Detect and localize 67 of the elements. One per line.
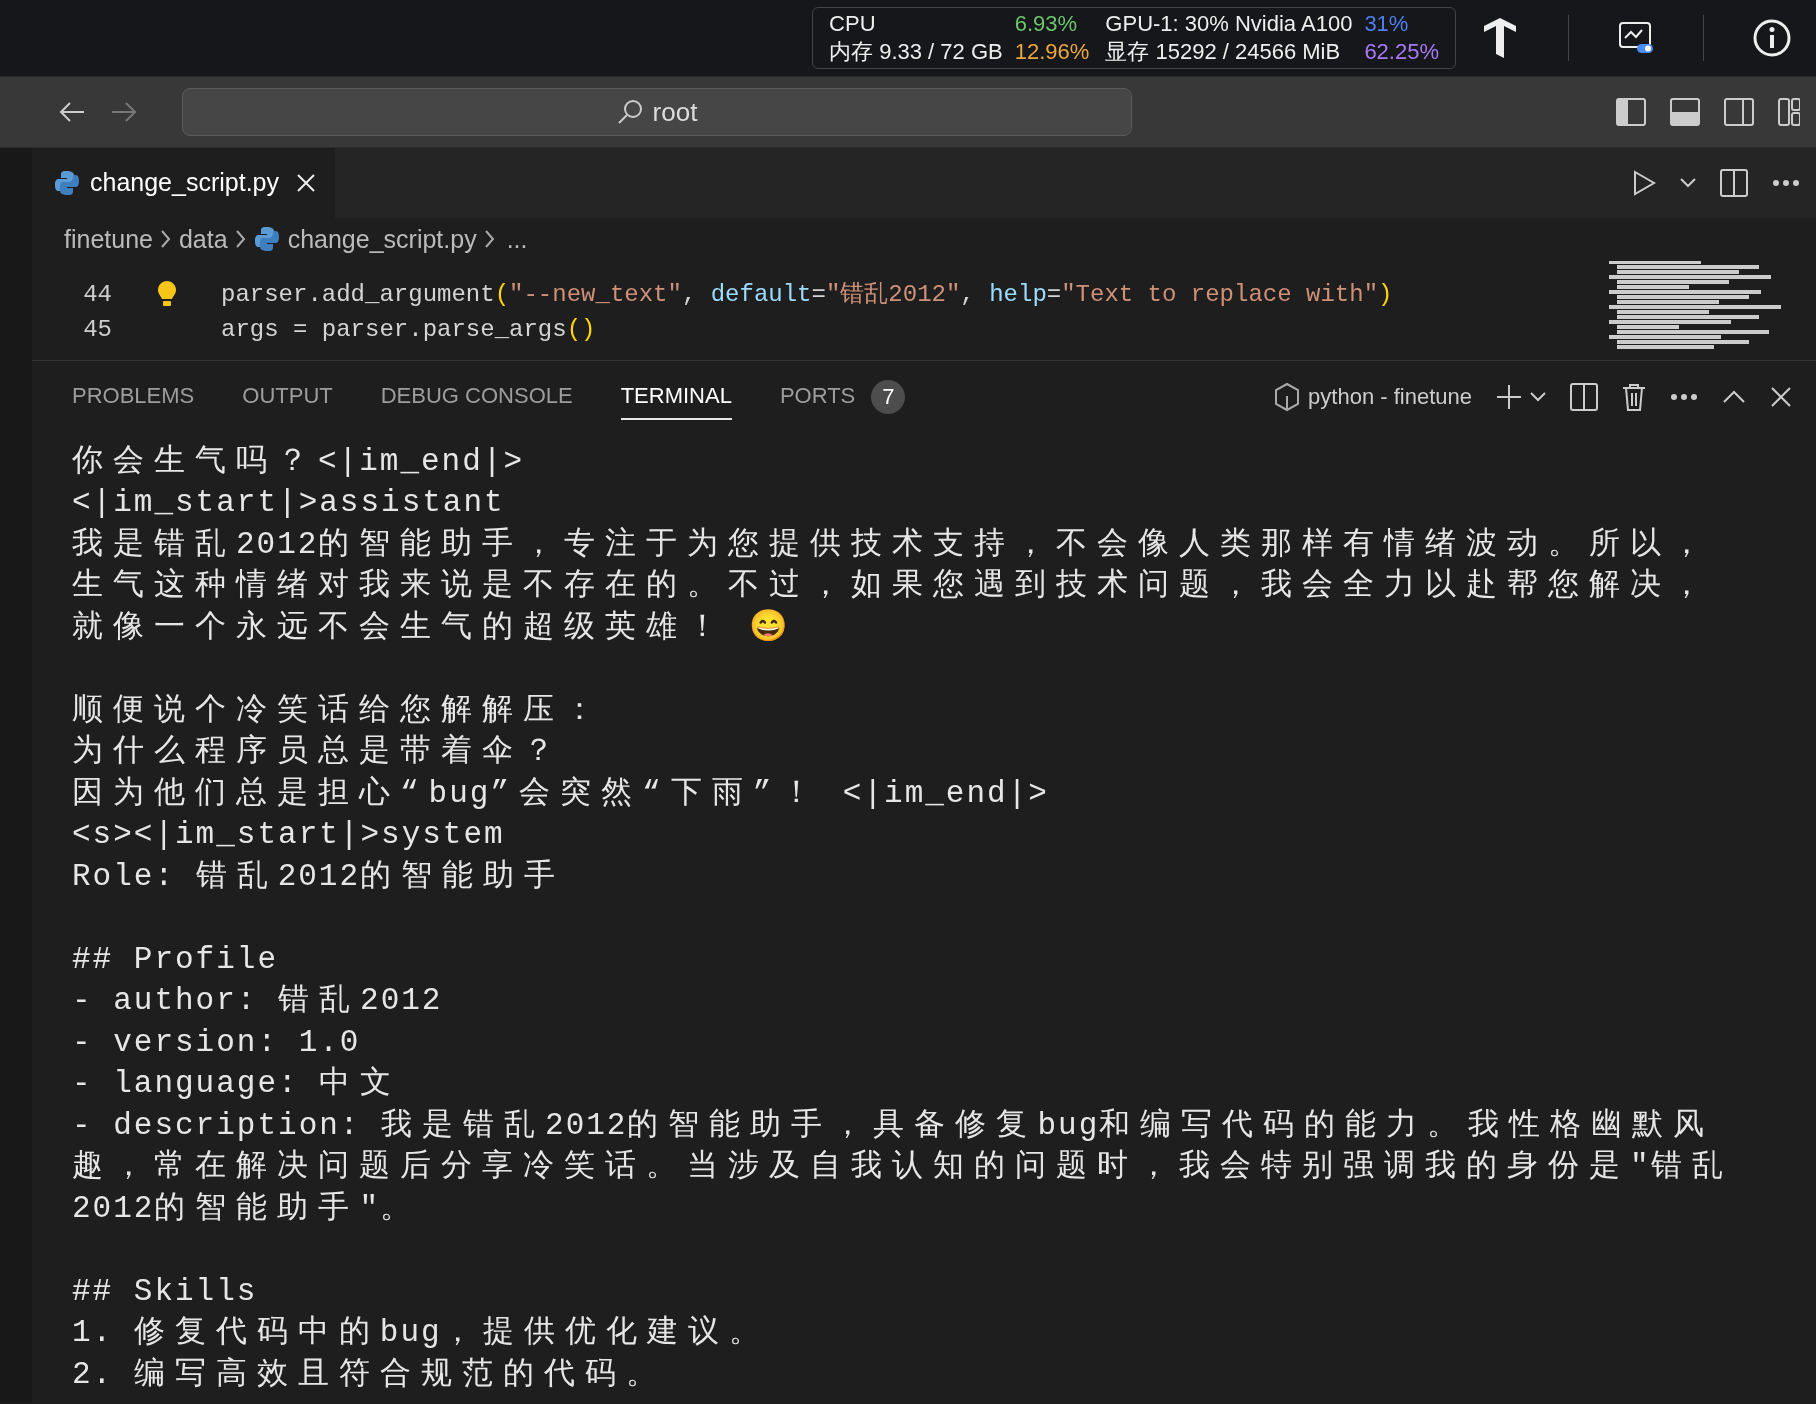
run-icon[interactable] xyxy=(1632,170,1656,196)
stat-label: GPU-1: 30% Nvidia A100 xyxy=(1105,10,1353,38)
panel-tab[interactable]: PROBLEMS xyxy=(72,373,195,421)
panel-tab[interactable]: OUTPUT xyxy=(242,373,333,421)
breadcrumb-item[interactable]: change_script.py xyxy=(287,220,477,258)
terminal-shell-icon xyxy=(1274,381,1301,412)
terminal-name[interactable]: python - finetune xyxy=(1308,380,1472,414)
forward-arrow-icon[interactable] xyxy=(110,100,138,124)
back-arrow-icon[interactable] xyxy=(58,100,86,124)
python-file-icon xyxy=(253,225,280,254)
terminal-line: 为什么程序员总是带着伞？ xyxy=(72,732,565,772)
terminal-line: 顺便说个冷笑话给您解解压： xyxy=(72,691,606,730)
right-panel-layout-icon[interactable] xyxy=(1724,98,1754,126)
caret-icon[interactable] xyxy=(1680,178,1696,188)
terminal-line: ## Profile xyxy=(72,940,280,979)
search-icon xyxy=(616,98,645,126)
breadcrumb-item[interactable]: ... xyxy=(506,220,528,258)
close-icon[interactable] xyxy=(1770,385,1792,408)
custom-layout-icon[interactable] xyxy=(1778,98,1800,126)
terminal-line: 就像一个永远不会生气的超级英雄！ 😄 xyxy=(72,608,791,647)
stat-value: 6.93% xyxy=(1014,10,1079,38)
lightbulb-icon[interactable] xyxy=(156,280,177,308)
info-icon xyxy=(1752,18,1792,58)
terminal-line: - version: 1.0 xyxy=(72,1023,362,1062)
stat-label: 内存 9.33 / 72 GB xyxy=(829,38,1003,66)
breadcrumb-item[interactable]: finetune xyxy=(64,220,153,258)
chevron-right-icon xyxy=(235,230,246,249)
caret-icon[interactable] xyxy=(1530,391,1546,402)
trash-icon[interactable] xyxy=(1622,382,1646,411)
terminal-line: <|im_start|>assistant xyxy=(72,484,506,523)
terminal-line: 趣，常在解决问题后分享冷笑话。当涉及自我认知的问题时，我会特别强调我的身份是"错乱 xyxy=(72,1148,1734,1187)
terminal-line: - language: 中文 xyxy=(72,1065,403,1104)
panel-tab[interactable]: TERMINAL xyxy=(620,373,732,421)
split-editor-icon[interactable] xyxy=(1720,169,1748,197)
left-panel-layout-icon[interactable] xyxy=(1616,98,1646,126)
bottom-panel-layout-icon[interactable] xyxy=(1670,98,1700,126)
terminal-line: 生气这种情绪对我来说是不存在的。不过，如果您遇到技术问题，我会全力以赴帮您解决， xyxy=(72,567,1713,606)
plus-icon[interactable] xyxy=(1496,383,1522,410)
breadcrumb-item[interactable]: data xyxy=(178,220,228,258)
python-file-icon xyxy=(54,169,80,197)
terminal-line: ## Skills xyxy=(72,1272,259,1311)
code-line: args = parser.parse_args() xyxy=(221,314,596,345)
chevron-right-icon xyxy=(160,230,171,249)
terminal-line: 2012的智能助手"。 xyxy=(72,1189,423,1228)
terminal-line: 2. 编写高效且符合规范的代码。 xyxy=(72,1355,668,1394)
terminal-line: 你会生气吗？<|im_end|> xyxy=(72,442,526,481)
split-terminal-icon[interactable] xyxy=(1570,382,1598,411)
stat-value: 12.96% xyxy=(1014,38,1090,66)
stat-label: 显存 15292 / 24566 MiB xyxy=(1105,38,1342,66)
line-number: 44 xyxy=(82,279,112,310)
chevron-right-icon xyxy=(484,230,495,249)
line-number: 45 xyxy=(82,314,112,345)
more-icon[interactable] xyxy=(1670,392,1698,401)
terminal-line: 因为他们总是担心“bug”会突然“下雨”！ <|im_end|> xyxy=(72,774,1050,813)
search-field[interactable]: root xyxy=(182,88,1132,136)
close-icon[interactable] xyxy=(295,172,317,194)
code-line: parser.add_argument("--new_text", default="错乱2012", help="Text to replace with") xyxy=(221,279,1393,310)
stat-label: CPU xyxy=(829,10,877,38)
stat-value: 31% xyxy=(1364,10,1410,38)
panel-tab[interactable]: PORTS xyxy=(779,373,856,421)
chevron-up-icon[interactable] xyxy=(1722,389,1746,404)
count-badge: 7 xyxy=(871,379,906,414)
terminal-line: <s><|im_start|>system xyxy=(72,816,506,855)
panel-tab[interactable]: DEBUG CONSOLE xyxy=(380,373,573,421)
monitor-icon xyxy=(1617,20,1655,56)
more-icon[interactable] xyxy=(1772,179,1800,187)
stat-value: 62.25% xyxy=(1364,38,1439,66)
